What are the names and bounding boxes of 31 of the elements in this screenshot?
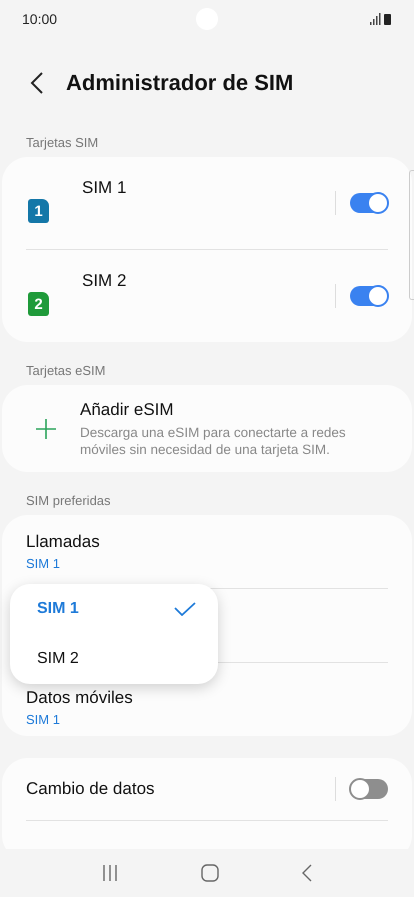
section-label: Tarjetas SIM [25, 134, 100, 152]
setting-title: Cambio de datos [26, 779, 156, 799]
sim-name: SIM 2 [82, 271, 128, 291]
plus-icon [36, 418, 56, 438]
sim-card-icon: 2 [28, 292, 49, 316]
toggle-switch[interactable] [350, 193, 388, 213]
popup-option[interactable]: SIM 1 [10, 584, 218, 634]
page-title: Administrador de SIM [66, 70, 294, 96]
status-time: 10:00 [22, 11, 58, 27]
recent-apps-icon [102, 865, 118, 881]
home-icon [200, 864, 219, 882]
section-label: Tarjetas eSIM [25, 362, 106, 380]
setting-title: Datos móviles [26, 688, 133, 708]
esim-panel[interactable]: Añadir eSIM Descarga una eSIM para conectarte a redes móviles sin necesidad de una tarjeta SIM. [2, 385, 412, 472]
back-icon [302, 864, 312, 882]
option-label: SIM 1 [37, 600, 79, 618]
popup-option[interactable]: SIM 2 [10, 634, 218, 684]
setting-value: SIM 1 [26, 556, 61, 571]
add-esim-title: Añadir eSIM [80, 400, 175, 420]
setting-value: SIM 1 [26, 712, 61, 727]
back-icon [30, 72, 44, 94]
checkmark-icon [174, 602, 196, 616]
add-esim-description: Descarga una eSIM para conectarte a redes móviles sin necesidad de una tarjeta SIM. [80, 424, 347, 458]
setting-title: Llamadas [26, 532, 100, 552]
sim-name: SIM 1 [82, 178, 128, 198]
sim-card-icon: 1 [28, 199, 49, 223]
signal-battery-icon [370, 13, 392, 25]
section-label: SIM preferidas [25, 492, 112, 510]
option-label: SIM 2 [37, 650, 79, 668]
toggle-switch[interactable] [350, 286, 388, 306]
toggle-switch[interactable] [350, 779, 388, 799]
